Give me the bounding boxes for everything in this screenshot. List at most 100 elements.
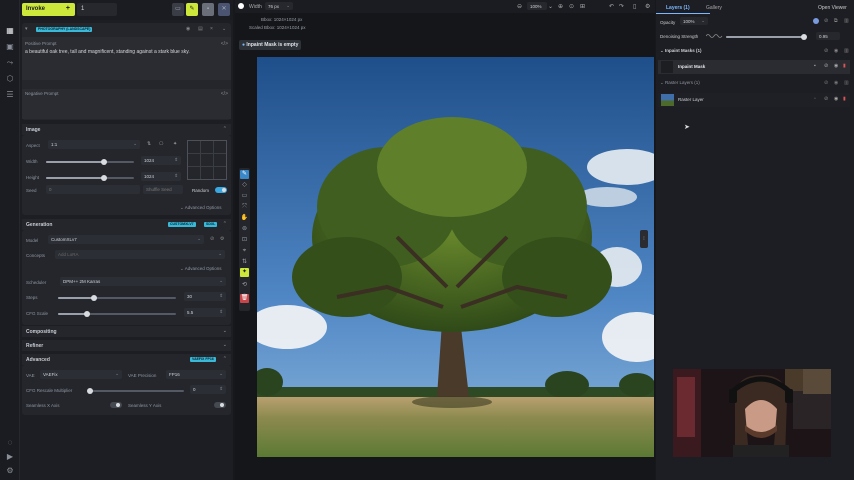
mask-trash-icon[interactable]: ▮ bbox=[843, 63, 846, 69]
height-slider-knob[interactable] bbox=[101, 175, 107, 181]
model-select[interactable]: CustomXLv7 ⌄ bbox=[48, 235, 204, 244]
layer-color-swatch[interactable] bbox=[813, 18, 819, 24]
negative-expand-icon[interactable]: </> bbox=[221, 91, 228, 97]
raster-add-icon[interactable]: ⊘ bbox=[824, 80, 828, 86]
raster-eye-icon[interactable]: ◉ bbox=[834, 96, 838, 102]
steps-slider[interactable] bbox=[58, 295, 176, 301]
rect-tool-icon[interactable]: ▭ bbox=[240, 192, 249, 201]
open-viewer-button[interactable]: Open Viewer bbox=[818, 5, 847, 11]
brush-color-swatch[interactable] bbox=[238, 3, 244, 9]
raster-trash-icon[interactable]: ▮ bbox=[843, 96, 846, 102]
width-slider[interactable] bbox=[46, 159, 134, 165]
collapse-right-icon[interactable]: ⁞ bbox=[640, 230, 648, 248]
eraser-tool-icon[interactable]: ◇ bbox=[240, 181, 249, 190]
zoom-in-icon[interactable]: ⌄ bbox=[548, 3, 553, 10]
width-slider-knob[interactable] bbox=[101, 159, 107, 165]
layer-action-icon[interactable]: ⊘ bbox=[824, 18, 828, 24]
save-icon[interactable]: ▤ bbox=[198, 26, 203, 32]
inpaint-mask-layer[interactable]: Inpaint Mask ▪ ⊘ ◉ ▮ bbox=[658, 60, 850, 74]
aspect-select[interactable]: 1:1 ⌄ bbox=[48, 140, 140, 149]
zoom-fit-icon[interactable]: ⊕ bbox=[558, 3, 563, 10]
tab-gallery[interactable]: Gallery bbox=[706, 5, 722, 11]
raster-more-icon[interactable]: ▥ bbox=[844, 80, 849, 86]
gear-icon[interactable]: ⚙ bbox=[5, 466, 15, 476]
brush-tool-icon[interactable]: ✎ bbox=[240, 170, 249, 179]
reset-view-icon[interactable]: ⊙ bbox=[569, 3, 574, 10]
steps-input[interactable]: 30 ⇕ bbox=[184, 292, 226, 301]
mask-opt-icon[interactable]: ⊘ bbox=[824, 63, 828, 69]
inpaint-mask-name[interactable]: Inpaint Mask bbox=[678, 64, 705, 69]
close-style-icon[interactable]: × bbox=[210, 26, 213, 32]
move-tool-icon[interactable]: ⤧ bbox=[240, 203, 249, 212]
height-input[interactable]: 1024 ⇕ bbox=[141, 172, 181, 181]
model-gear-icon[interactable]: ⚙ bbox=[220, 236, 224, 242]
random-seed-toggle[interactable] bbox=[215, 187, 227, 193]
refiner-section-header[interactable]: Refiner ⌄ bbox=[22, 340, 231, 351]
denoise-input[interactable]: 0.95 bbox=[816, 32, 840, 40]
delete-icon[interactable]: 🗑 bbox=[240, 294, 249, 303]
seamless-x-toggle[interactable] bbox=[110, 402, 122, 408]
positive-prompt-text[interactable]: a beautiful oak tree, tall and magnifice… bbox=[25, 49, 220, 56]
cfg-rescale-input[interactable]: 0 ⇕ bbox=[190, 385, 226, 394]
cfg-rescale-slider[interactable] bbox=[87, 388, 184, 394]
lightbulb-icon[interactable]: ◌ bbox=[5, 438, 15, 448]
cfg-rescale-knob[interactable] bbox=[87, 388, 93, 394]
height-slider[interactable] bbox=[46, 175, 134, 181]
shuffle-seed-button[interactable]: Shuffle Seed bbox=[143, 185, 183, 194]
mask-visibility-icon[interactable]: ◉ bbox=[834, 48, 838, 54]
view-icon[interactable]: ◉ bbox=[186, 26, 190, 32]
fill-tool-icon[interactable]: ✦ bbox=[240, 268, 249, 277]
positive-prompt-box[interactable]: Positive Prompt a beautiful oak tree, ta… bbox=[22, 37, 231, 80]
canvas-stage[interactable] bbox=[247, 57, 672, 457]
video-icon[interactable]: ▶ bbox=[5, 452, 15, 462]
mask-eye-icon[interactable]: ◉ bbox=[834, 63, 838, 69]
concepts-select[interactable]: Add LoRA ⌄ bbox=[55, 250, 225, 259]
swap-icon[interactable]: ⇅ bbox=[147, 141, 151, 147]
upscale-icon[interactable]: ▣ bbox=[5, 42, 15, 52]
brush-width-input[interactable]: 76 px ⌄ bbox=[265, 2, 293, 10]
denoise-slider[interactable] bbox=[726, 34, 807, 40]
zoom-input[interactable]: 100% bbox=[527, 2, 547, 10]
cancel-icon[interactable]: ▭ bbox=[172, 3, 184, 16]
undo-icon[interactable]: ↶ bbox=[609, 3, 614, 10]
image-advanced-options[interactable]: ⌄ Advanced Options bbox=[180, 205, 222, 211]
style-badge[interactable]: PHOTOGRAPHY (LANDSCAPE) bbox=[36, 27, 93, 32]
optimal-size-icon[interactable]: ✦ bbox=[173, 141, 177, 147]
compositing-section-header[interactable]: Compositing ⌄ bbox=[22, 326, 231, 337]
vae-precision-select[interactable]: FP16 ⌄ bbox=[166, 370, 226, 379]
hand-tool-icon[interactable]: ✋ bbox=[240, 214, 249, 223]
seed-input[interactable]: 0 bbox=[46, 185, 140, 194]
picker-tool-icon[interactable]: ⌖ bbox=[240, 247, 249, 256]
bbox-tool-icon[interactable]: ⊡ bbox=[240, 236, 249, 245]
inpaint-masks-header[interactable]: ⌄ Inpaint Masks (1) bbox=[660, 48, 702, 54]
fit-icon[interactable]: ⊞ bbox=[580, 3, 585, 10]
raster-layer[interactable]: Raster Layer ▫ ⊘ ◉ ▮ bbox=[658, 93, 850, 107]
negative-prompt-box[interactable]: Negative Prompt </> bbox=[22, 89, 231, 119]
prompt-expand-icon[interactable]: </> bbox=[221, 41, 228, 47]
generation-section-header[interactable]: Generation CUSTOMXLV7 SDXL ⌃ bbox=[22, 219, 231, 230]
swap-colors-icon[interactable]: ⇅ bbox=[240, 258, 249, 267]
cfg-slider[interactable] bbox=[58, 311, 176, 317]
scheduler-select[interactable]: DPM++ 2M Karras ⌄ bbox=[60, 277, 226, 286]
canvas-icon[interactable]: ▦ bbox=[5, 26, 15, 36]
pause-icon[interactable]: ✕ bbox=[218, 3, 230, 16]
tab-layers[interactable]: Layers (1) bbox=[666, 5, 690, 11]
edit-icon[interactable]: ✎ bbox=[186, 3, 198, 16]
workflow-icon[interactable]: ⤳ bbox=[5, 58, 15, 68]
raster-layer-name[interactable]: Raster Layer bbox=[678, 97, 704, 102]
view-tool-icon[interactable]: ⊚ bbox=[240, 225, 249, 234]
cfg-input[interactable]: 5.5 ⇕ bbox=[184, 308, 226, 317]
mask-more-icon[interactable]: ▥ bbox=[844, 48, 849, 54]
chevron-down-icon[interactable]: ⌄ bbox=[222, 26, 226, 32]
steps-slider-knob[interactable] bbox=[91, 295, 97, 301]
vae-select[interactable]: VAEFix ⌄ bbox=[40, 370, 122, 379]
denoise-slider-knob[interactable] bbox=[801, 34, 807, 40]
invoke-button[interactable]: Invoke + bbox=[22, 3, 75, 16]
opacity-input[interactable]: 100% ⌄ bbox=[680, 17, 708, 25]
redo-icon[interactable]: ↷ bbox=[619, 3, 624, 10]
reset-icon[interactable]: ⟲ bbox=[240, 281, 249, 290]
layer-delete-icon[interactable]: ▥ bbox=[844, 18, 849, 24]
model-settings-icon[interactable]: ⊘ bbox=[210, 236, 214, 242]
raster-layers-header[interactable]: ⌄ Raster Layers (1) bbox=[660, 80, 700, 86]
style-icon[interactable]: ▾ bbox=[25, 26, 28, 32]
